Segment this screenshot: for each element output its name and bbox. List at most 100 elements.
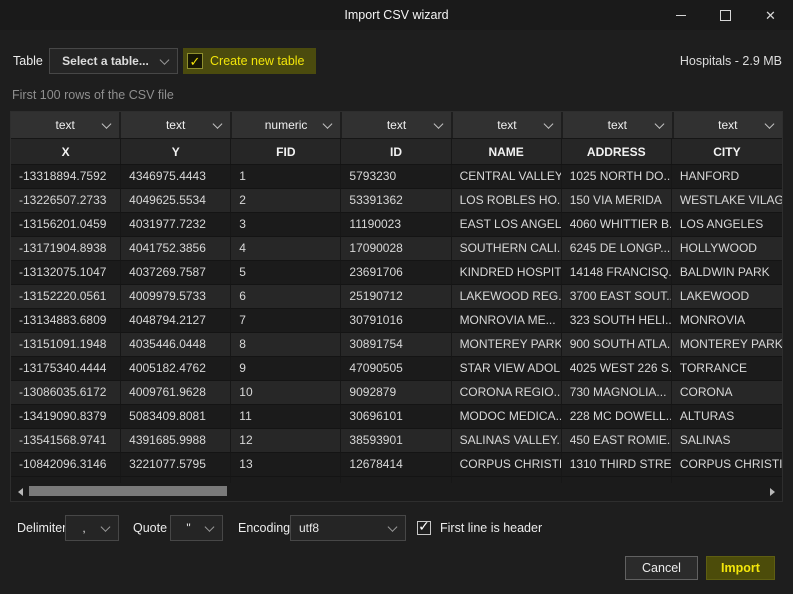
file-info: Hospitals - 2.9 MB: [680, 48, 782, 74]
table-cell: LOS ROBLES HO...: [452, 189, 562, 213]
maximize-button[interactable]: [703, 0, 748, 30]
table-cell: 17090028: [341, 237, 451, 261]
minimize-button[interactable]: [658, 0, 703, 30]
table-cell: 4031977.7232: [121, 213, 231, 237]
chevron-down-icon: [160, 55, 170, 65]
quote-label: Quote: [133, 515, 167, 541]
table-cell: -13156201.0459: [11, 213, 121, 237]
close-icon: ✕: [765, 9, 776, 22]
column-type-select[interactable]: text: [342, 112, 450, 138]
table-cell: 730 MAGNOLIA...: [562, 381, 672, 405]
encoding-label: Encoding: [238, 515, 290, 541]
table-cell: 11190023: [341, 213, 451, 237]
table-cell: HOLLYWOOD: [672, 237, 782, 261]
table-row: -13419090.83795083409.80811130696101MODO…: [11, 405, 782, 429]
table-cell: 4048794.2127: [121, 309, 231, 333]
table-row: -13175340.44444005182.4762947090505STAR …: [11, 357, 782, 381]
column-type-select[interactable]: text: [674, 112, 782, 138]
create-new-table-checkbox[interactable]: ✓: [187, 53, 203, 69]
table-cell: SALINAS: [672, 429, 782, 453]
table-cell: 10: [231, 381, 341, 405]
column-header: ADDRESS: [562, 139, 672, 164]
table-cell: 5: [231, 261, 341, 285]
column-type-select[interactable]: numeric: [232, 112, 340, 138]
table-row: -13134883.68094048794.2127730791016MONRO…: [11, 309, 782, 333]
table-cell: 3700 EAST SOUT...: [562, 285, 672, 309]
table-label: Table: [13, 48, 43, 74]
table-cell: 4037269.7587: [121, 261, 231, 285]
table-cell: 2: [231, 189, 341, 213]
table-cell: 7: [231, 309, 341, 333]
chevron-down-icon: [101, 522, 111, 532]
table-cell: 53391362: [341, 189, 451, 213]
table-cell: 3221077.5795: [121, 453, 231, 477]
table-cell: [452, 477, 562, 483]
preview-caption: First 100 rows of the CSV file: [12, 88, 174, 102]
table-cell: 228 MC DOWELL...: [562, 405, 672, 429]
create-new-table-option[interactable]: ✓ Create new table: [183, 48, 316, 74]
table-cell: 450 EAST ROMIE...: [562, 429, 672, 453]
check-icon: ✓: [190, 55, 201, 68]
quote-select[interactable]: ": [170, 515, 223, 541]
cancel-button[interactable]: Cancel: [625, 556, 698, 580]
table-body: -13318894.75924346975.444315793230CENTRA…: [11, 165, 782, 483]
first-line-header-label: First line is header: [440, 515, 542, 541]
column-type-select[interactable]: text: [453, 112, 561, 138]
table-cell: LAKEWOOD REG...: [452, 285, 562, 309]
table-cell: 4005182.4762: [121, 357, 231, 381]
table-row: -13086035.61724009761.9628109092879CORON…: [11, 381, 782, 405]
table-row: -13171904.89384041752.3856417090028SOUTH…: [11, 237, 782, 261]
quote-value: ": [171, 516, 206, 540]
table-cell: 4009761.9628: [121, 381, 231, 405]
table-cell: CORONA REGIO...: [452, 381, 562, 405]
column-type-row: texttextnumerictexttexttexttext: [11, 112, 782, 138]
table-cell: 5083409.8081: [121, 405, 231, 429]
horizontal-scrollbar[interactable]: [13, 486, 780, 498]
table-cell: 47090505: [341, 357, 451, 381]
table-cell: -13132075.1047: [11, 261, 121, 285]
column-type-select[interactable]: text: [563, 112, 671, 138]
delimiter-select[interactable]: ,: [65, 515, 119, 541]
table-cell: LAKEWOOD: [672, 285, 782, 309]
table-cell: [231, 477, 341, 483]
table-cell: 13: [231, 453, 341, 477]
import-button[interactable]: Import: [706, 556, 775, 580]
table-cell: EAST LOS ANGEL...: [452, 213, 562, 237]
table-cell: 900 SOUTH ATLA...: [562, 333, 672, 357]
table-cell: HANFORD: [672, 165, 782, 189]
table-cell: SALINAS VALLEY...: [452, 429, 562, 453]
table-cell: -13134883.6809: [11, 309, 121, 333]
table-cell: KINDRED HOSPIT...: [452, 261, 562, 285]
table-cell: 4049625.5534: [121, 189, 231, 213]
close-button[interactable]: ✕: [748, 0, 793, 30]
table-cell: MONROVIA: [672, 309, 782, 333]
table-cell: 5793230: [341, 165, 451, 189]
maximize-icon: [720, 10, 731, 21]
table-cell: 1: [231, 165, 341, 189]
table-cell: SOUTHERN CALI...: [452, 237, 562, 261]
table-cell: 12: [231, 429, 341, 453]
table-cell: -13226507.2733: [11, 189, 121, 213]
chevron-down-icon: [388, 522, 398, 532]
first-line-header-checkbox[interactable]: ✓: [417, 521, 431, 535]
column-type-select[interactable]: text: [11, 112, 119, 138]
table-row: -13541568.97414391685.99881238593901SALI…: [11, 429, 782, 453]
check-icon: ✓: [418, 519, 430, 533]
table-cell: 23691706: [341, 261, 451, 285]
create-new-table-label: Create new table: [210, 54, 305, 68]
table-row: -13132075.10474037269.7587523691706KINDR…: [11, 261, 782, 285]
table-cell: -13419090.8379: [11, 405, 121, 429]
table-cell: ALTURAS: [672, 405, 782, 429]
table-cell: LOS ANGELES: [672, 213, 782, 237]
column-type-select[interactable]: text: [121, 112, 229, 138]
scroll-left-icon[interactable]: [18, 488, 23, 496]
scrollbar-thumb[interactable]: [29, 486, 227, 496]
table-cell: [121, 477, 231, 483]
table-select[interactable]: Select a table...: [49, 48, 178, 74]
encoding-select[interactable]: utf8: [290, 515, 406, 541]
column-header: X: [11, 139, 121, 164]
scroll-right-icon[interactable]: [770, 488, 775, 496]
table-cell: 4025 WEST 226 S...: [562, 357, 672, 381]
table-row: -13152220.05614009979.5733625190712LAKEW…: [11, 285, 782, 309]
chevron-down-icon: [205, 522, 215, 532]
